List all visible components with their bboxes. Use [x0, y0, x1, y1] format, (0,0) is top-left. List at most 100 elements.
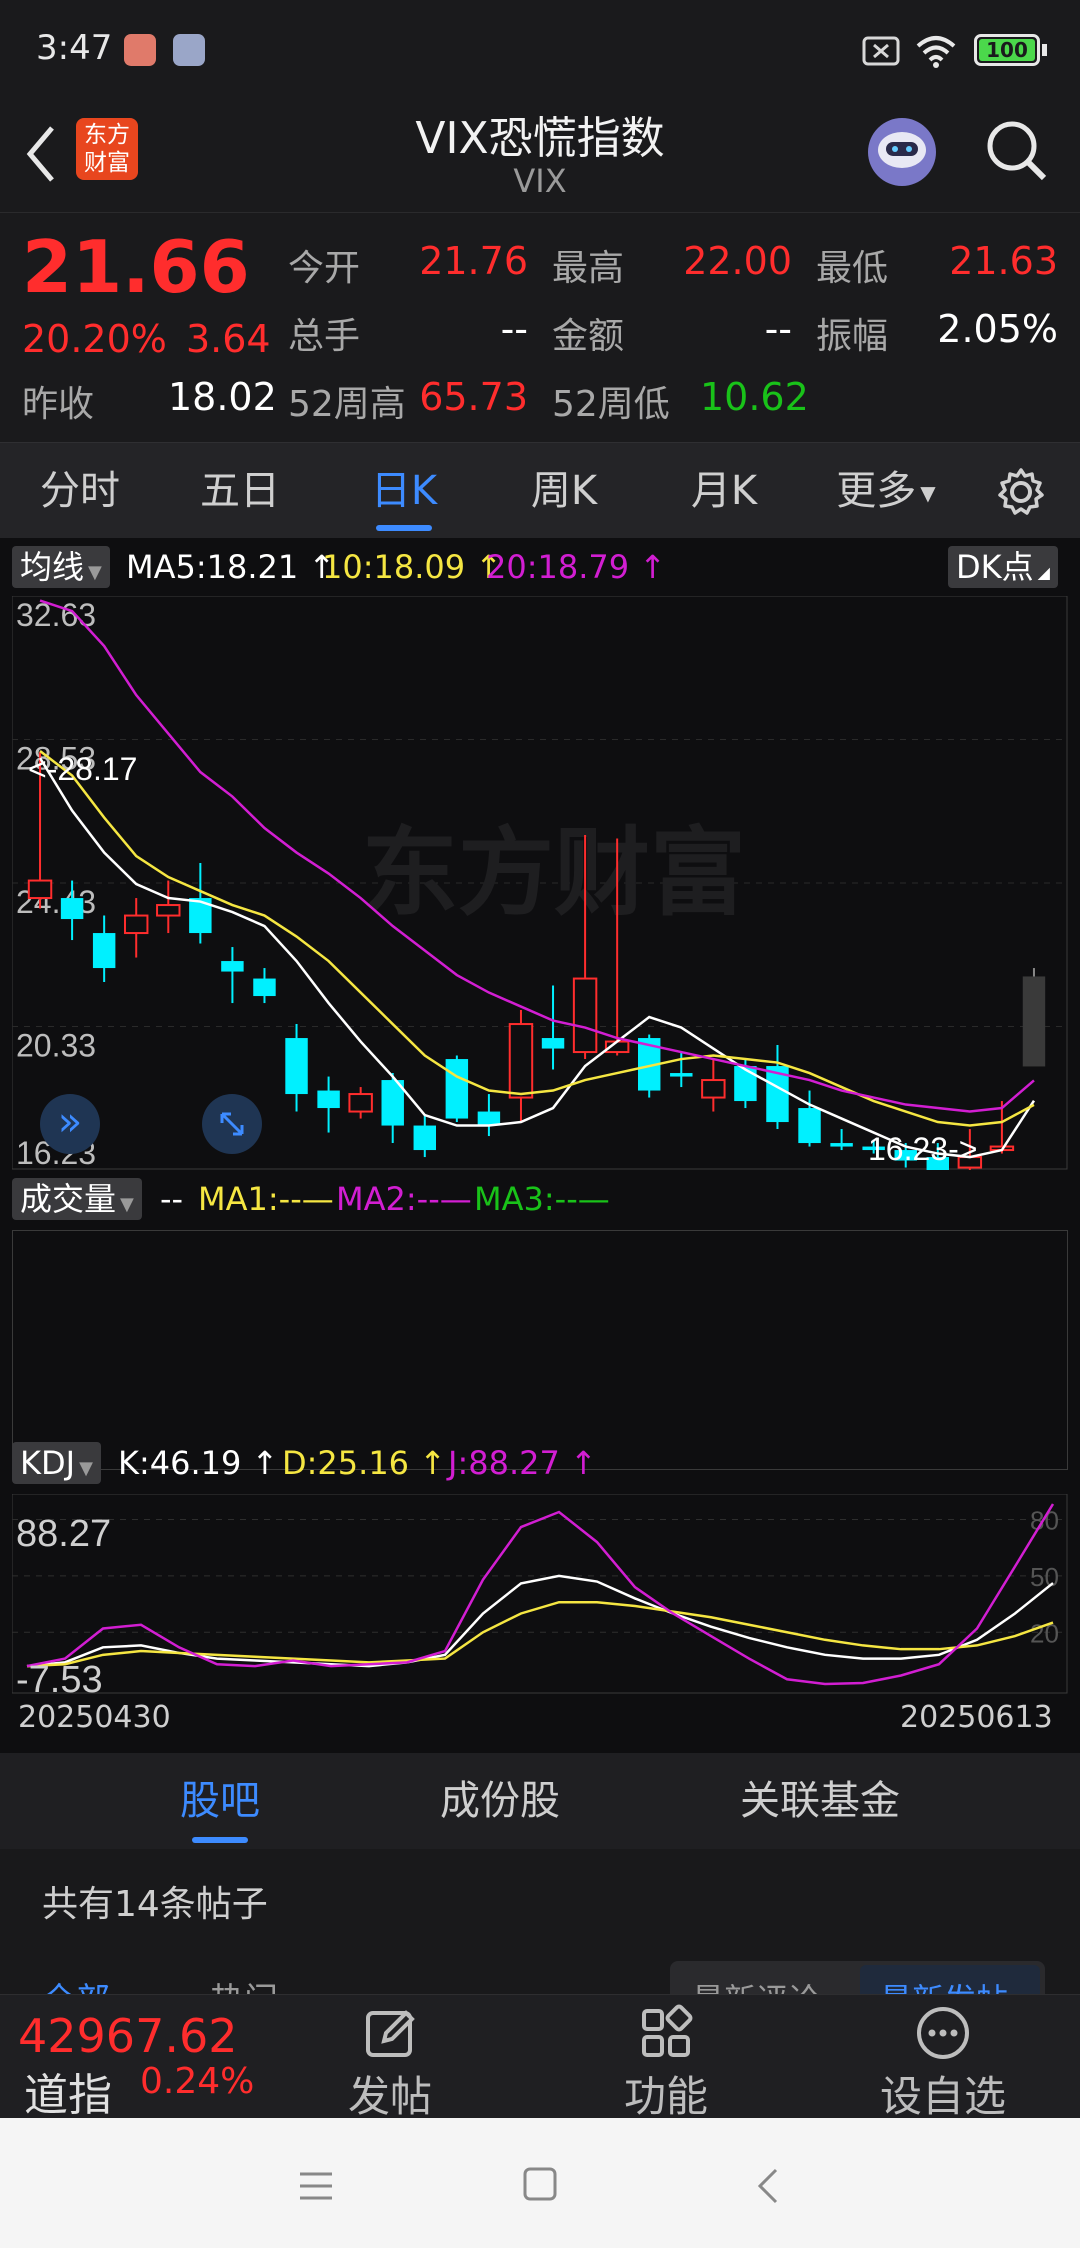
min-price-label: 16.23->: [868, 1131, 977, 1167]
y-tick-label: 32.63: [16, 597, 96, 633]
settings-gear-icon[interactable]: [996, 467, 1046, 517]
kdj-selector-arrow-icon: ▼: [79, 1458, 93, 1479]
menu-icon[interactable]: [296, 2170, 336, 2202]
ma-selector-label: 均线: [20, 548, 85, 586]
expand-left-icon[interactable]: »: [40, 1094, 100, 1154]
dropdown-triangle-icon: ▼: [920, 481, 936, 505]
candle-body: [92, 933, 116, 969]
kdj-j-up-arrow-icon: ↑: [570, 1444, 597, 1482]
tab-minute[interactable]: 分时: [20, 443, 140, 539]
candle-body: [572, 977, 598, 1054]
dow-index-change: 0.24%: [140, 2061, 255, 2102]
volume-value: --: [500, 307, 528, 351]
kdj-chart[interactable]: 80 50 20 88.27 -7.53: [12, 1494, 1068, 1694]
y-tick-label: 20.33: [16, 1028, 96, 1064]
system-nav-bar: [0, 2118, 1080, 2248]
tab-five-day[interactable]: 五日: [180, 443, 300, 539]
robot-assistant-icon[interactable]: [864, 114, 940, 190]
battery-level: 100: [986, 38, 1028, 62]
change-amount: 3.64: [186, 317, 271, 361]
amplitude-value: 2.05%: [937, 307, 1058, 351]
kdj-frame: [12, 1494, 1068, 1694]
candle-body: [445, 1059, 469, 1119]
kdj-right-tick: 20: [1030, 1618, 1059, 1648]
battery-icon: 100: [974, 34, 1040, 66]
tab-constituents[interactable]: 成份股: [420, 1753, 580, 1849]
amplitude-label: 振幅: [816, 316, 889, 357]
dk-corner-icon: ◢: [1037, 563, 1050, 582]
candle-body: [123, 914, 149, 935]
fullscreen-icon[interactable]: [202, 1094, 262, 1154]
volume-selector-label: 成交量: [20, 1180, 117, 1218]
tab-more[interactable]: 更多 ▼: [836, 443, 936, 539]
current-price: 21.66: [22, 225, 250, 309]
kdj-j-line: [26, 1503, 1055, 1686]
candle-body: [348, 1093, 373, 1113]
amount-label: 金额: [552, 316, 625, 357]
section-tabs: 股吧 成份股 关联基金: [0, 1753, 1080, 1849]
dk-button-label: DK点: [956, 548, 1034, 586]
bottom-action-bar: 42967.62 道指 0.24% 发帖 功能 设自选: [0, 1994, 1080, 2121]
status-time: 3:47: [36, 28, 113, 68]
candle-body: [701, 1079, 726, 1099]
high-label: 最高: [552, 248, 625, 289]
tab-weekly-k[interactable]: 周K: [504, 443, 624, 539]
ma10-legend: 10:18.09 ↑: [322, 548, 502, 586]
app-logo: 东方 财富: [76, 118, 138, 180]
end-date: 20250613: [900, 1700, 1053, 1735]
tab-monthly-k[interactable]: 月K: [664, 443, 784, 539]
period-tabs: 分时 五日 日K 周K 月K 更多 ▼: [0, 442, 1080, 540]
app-notification-icon: [173, 34, 205, 66]
home-square-icon[interactable]: [522, 2166, 558, 2202]
open-value: 21.76: [419, 239, 528, 283]
vol-ma1-legend: MA1:--—: [198, 1180, 334, 1218]
dk-button[interactable]: DK点 ◢: [948, 546, 1058, 588]
wk52-high-label: 52周高: [288, 384, 406, 425]
vol-ma2-text: MA2:--: [336, 1180, 440, 1218]
ma20-up-arrow-icon: ↑: [639, 548, 667, 586]
volume-label: 总手: [288, 316, 361, 357]
start-date: 20250430: [18, 1700, 171, 1735]
candle-body: [253, 978, 276, 997]
ma20-legend: 20:18.79 ↑: [486, 548, 666, 586]
prev-close-value: 18.02: [168, 375, 277, 419]
tab-guba[interactable]: 股吧: [140, 1753, 300, 1849]
high-value: 22.00: [683, 239, 792, 283]
ma-selector[interactable]: 均线 ▼: [12, 546, 110, 588]
candle-body: [285, 1038, 308, 1095]
volume-value-legend: --: [160, 1180, 184, 1218]
kdj-d-line: [26, 1600, 1054, 1668]
change-percent: 20.20%: [22, 317, 167, 361]
vol-ma3-text: MA3:--: [474, 1180, 578, 1218]
search-icon[interactable]: [984, 118, 1050, 184]
active-tab-indicator: [376, 525, 432, 531]
kdj-selector[interactable]: KDJ ▼: [12, 1442, 101, 1484]
post-list-header: 共有14条帖子 全部 热门 最新评论 最新发帖: [0, 1849, 1080, 2021]
function-button[interactable]: 功能: [606, 2003, 726, 2124]
watermark: 东方财富: [362, 817, 746, 929]
vol-ma1-text: MA1:--: [198, 1180, 302, 1218]
candlestick-chart[interactable]: 32.6328.5324.4320.3316.23东方财富<-28.1716.2…: [12, 596, 1068, 1170]
logo-text-2: 财富: [84, 150, 130, 176]
dow-index-value[interactable]: 42967.62: [18, 2009, 238, 2063]
volume-selector[interactable]: 成交量 ▼: [12, 1178, 142, 1220]
max-price-label: <-28.17: [28, 751, 137, 787]
ma5-text: MA5:18.21: [126, 548, 299, 586]
sim-off-icon: [862, 36, 900, 66]
post-count: 共有14条帖子: [42, 1884, 268, 1925]
function-label: 功能: [623, 2072, 708, 2121]
post-button[interactable]: 发帖: [330, 2003, 450, 2124]
nav-back-icon[interactable]: [752, 2166, 782, 2206]
candle-body: [27, 879, 53, 900]
status-bar: 3:47 100: [0, 0, 1080, 100]
ma5-legend: MA5:18.21 ↑: [126, 548, 335, 586]
tab-related-funds[interactable]: 关联基金: [720, 1753, 920, 1849]
kdj-d-legend: D:25.16 ↑: [282, 1444, 446, 1482]
add-watchlist-button[interactable]: 设自选: [868, 2003, 1018, 2124]
vol-ma2-legend: MA2:--—: [336, 1180, 472, 1218]
page-subtitle: VIX: [513, 162, 567, 200]
volume-selector-arrow-icon: ▼: [120, 1194, 134, 1215]
back-icon[interactable]: [20, 122, 60, 186]
volume-chart: [12, 1230, 1068, 1470]
candle-body: [830, 1143, 853, 1147]
